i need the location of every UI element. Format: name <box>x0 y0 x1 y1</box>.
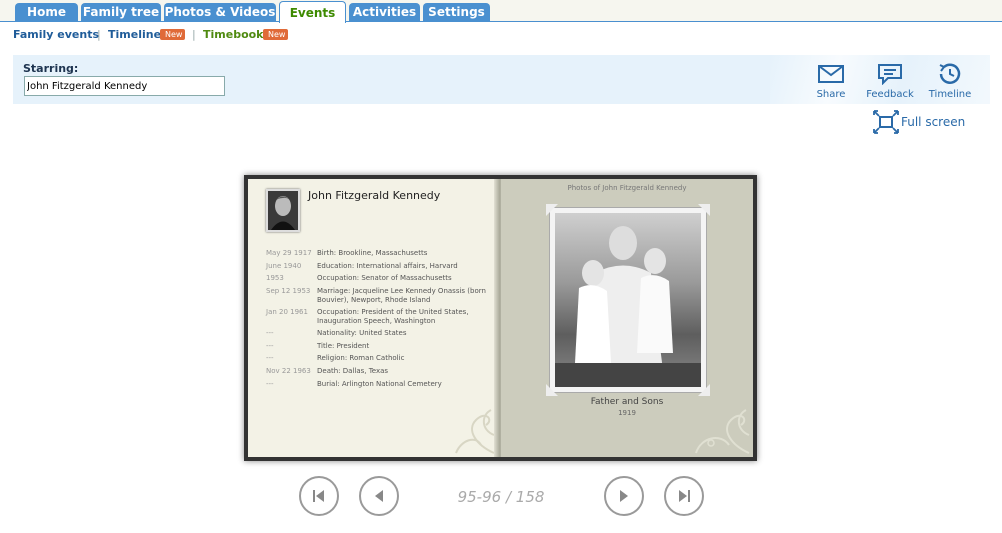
event-text: Title: President <box>317 342 370 350</box>
photo-frame[interactable] <box>546 204 710 396</box>
starring-input[interactable] <box>24 76 225 96</box>
event-date: --- <box>266 342 274 350</box>
envelope-icon <box>818 65 844 83</box>
event-text: Occupation: Senator of Massachusetts <box>317 274 452 282</box>
portrait-photo <box>266 189 300 232</box>
event-date: --- <box>266 380 274 388</box>
left-page: John Fitzgerald Kennedy May 29 1917 Birth… <box>248 179 498 457</box>
new-badge: New <box>263 29 289 40</box>
previous-page-button[interactable] <box>359 476 399 516</box>
timeline-label: Timeline <box>928 89 972 100</box>
first-page-button[interactable] <box>299 476 339 516</box>
timebook-viewer[interactable]: John Fitzgerald Kennedy May 29 1917 Birth… <box>244 175 757 461</box>
tab-home[interactable]: Home <box>15 3 78 22</box>
full-screen-button[interactable]: Full screen <box>873 110 968 134</box>
last-page-button[interactable] <box>664 476 704 516</box>
timeline-button[interactable]: Timeline <box>925 63 975 100</box>
right-page: Photos of John Fitzgerald Kennedy Father… <box>501 179 753 457</box>
swirl-ornament <box>455 409 495 454</box>
event-text: Nationality: United States <box>317 329 407 337</box>
event-text: Education: International affairs, Harvar… <box>317 262 458 270</box>
photo-corner <box>546 204 558 216</box>
event-text: Religion: Roman Catholic <box>317 354 405 362</box>
swirl-ornament <box>695 409 750 454</box>
feedback-label: Feedback <box>866 89 914 100</box>
tab-bar: Home Family tree Photos & Videos Events … <box>0 0 1002 23</box>
event-text: Marriage: Jacqueline Lee Kennedy Onassis… <box>317 287 486 304</box>
timeline-link[interactable]: Timeline <box>108 28 161 41</box>
event-date: --- <box>266 329 274 337</box>
tab-events[interactable]: Events <box>279 1 346 23</box>
tab-settings[interactable]: Settings <box>423 3 490 22</box>
timebook-link[interactable]: Timebook <box>203 28 264 41</box>
skip-last-icon <box>679 490 690 502</box>
share-label: Share <box>816 89 846 100</box>
tab-activities[interactable]: Activities <box>349 3 420 22</box>
person-name: John Fitzgerald Kennedy <box>308 189 441 202</box>
event-date: Sep 12 1953 <box>266 287 311 295</box>
event-date: 1953 <box>266 274 284 282</box>
event-date: --- <box>266 354 274 362</box>
starring-label: Starring: <box>23 62 79 75</box>
separator: | <box>192 28 196 41</box>
expand-icon <box>873 110 899 134</box>
play-left-icon <box>375 490 383 502</box>
photos-title: Photos of John Fitzgerald Kennedy <box>567 184 687 192</box>
clock-history-icon <box>939 63 961 84</box>
full-screen-label: Full screen <box>901 115 966 129</box>
tab-family-tree[interactable]: Family tree <box>81 3 161 22</box>
photo-corner <box>546 384 558 396</box>
share-button[interactable]: Share <box>806 63 856 100</box>
event-text: Birth: Brookline, Massachusetts <box>317 249 428 257</box>
skip-first-icon <box>313 490 324 502</box>
tab-photos-videos[interactable]: Photos & Videos <box>164 3 276 22</box>
new-badge: New <box>160 29 186 40</box>
event-date: Jan 20 1961 <box>266 308 308 316</box>
family-events-link[interactable]: Family events <box>13 28 99 41</box>
page-indicator: 95-96 / 158 <box>457 488 545 506</box>
family-photo <box>555 213 701 387</box>
feedback-button[interactable]: Feedback <box>865 63 915 100</box>
photo-corner <box>698 204 710 216</box>
event-date: Nov 22 1963 <box>266 367 311 375</box>
event-date: June 1940 <box>266 262 302 270</box>
play-right-icon <box>620 490 628 502</box>
separator: | <box>97 28 101 41</box>
event-date: May 29 1917 <box>266 249 312 257</box>
event-text: Occupation: President of the United Stat… <box>317 308 469 325</box>
speech-bubble-icon <box>878 64 902 85</box>
next-page-button[interactable] <box>604 476 644 516</box>
